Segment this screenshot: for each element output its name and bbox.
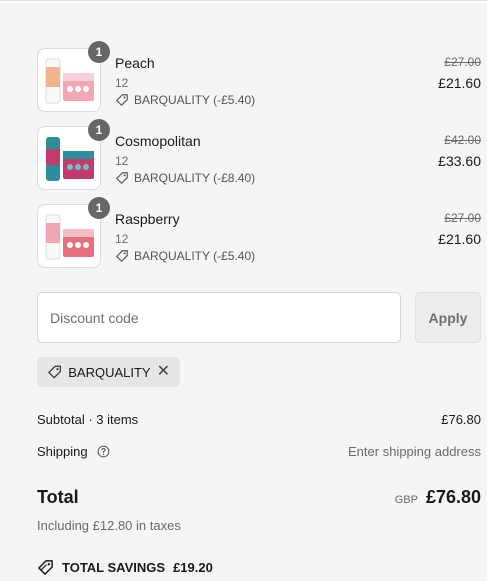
product-variant: 12 bbox=[115, 76, 129, 90]
discounted-price: £21.60 bbox=[438, 231, 481, 247]
item-discount-label: BARQUALITY (-£8.40) bbox=[134, 171, 256, 185]
question-circle-icon[interactable] bbox=[97, 445, 110, 458]
item-discount-label: BARQUALITY (-£5.40) bbox=[134, 249, 256, 263]
original-price: £27.00 bbox=[444, 211, 481, 225]
order-line-items: 1 Peach 12 BARQUALITY (-£5.40) £27.00 £2… bbox=[37, 41, 481, 282]
tag-icon bbox=[38, 560, 53, 575]
product-variant: 12 bbox=[115, 154, 129, 168]
line-item: 1 Peach 12 BARQUALITY (-£5.40) £27.00 £2… bbox=[37, 41, 481, 126]
product-thumbnail: 1 bbox=[37, 41, 110, 112]
item-discount: BARQUALITY (-£5.40) bbox=[115, 249, 255, 263]
currency-code: GBP bbox=[394, 494, 418, 506]
quantity-badge: 1 bbox=[88, 41, 110, 63]
original-price: £42.00 bbox=[444, 133, 481, 147]
line-item: 1 Cosmopolitan 12 BARQUALITY (-£8.40) £4… bbox=[37, 119, 481, 204]
apply-button[interactable]: Apply bbox=[415, 292, 481, 343]
taxes-note: Including £12.80 in taxes bbox=[37, 518, 181, 533]
tag-icon bbox=[116, 172, 128, 184]
discount-form: Apply bbox=[37, 292, 481, 343]
item-discount: BARQUALITY (-£8.40) bbox=[115, 171, 255, 185]
savings-label: TOTAL SAVINGS bbox=[62, 560, 166, 575]
discounted-price: £21.60 bbox=[438, 75, 481, 91]
total-amount: £76.80 bbox=[425, 487, 481, 507]
quantity-badge: 1 bbox=[88, 197, 110, 219]
product-thumbnail: 1 bbox=[37, 197, 110, 268]
close-icon[interactable]: ✕ bbox=[157, 364, 170, 380]
product-name: Peach bbox=[115, 55, 155, 71]
tag-icon bbox=[116, 94, 128, 106]
total-savings: TOTAL SAVINGS £19.20 bbox=[37, 559, 213, 576]
shipping-row: Shipping Enter shipping address bbox=[37, 444, 481, 459]
header-divider bbox=[0, 0, 487, 3]
item-discount: BARQUALITY (-£5.40) bbox=[115, 93, 255, 107]
discounted-price: £33.60 bbox=[438, 153, 481, 169]
tag-icon bbox=[48, 365, 61, 379]
tag-icon bbox=[116, 250, 128, 262]
applied-discount-tag: BARQUALITY ✕ bbox=[37, 357, 180, 387]
shipping-value: Enter shipping address bbox=[348, 444, 481, 459]
total-row: Total GBP £76.80 bbox=[37, 487, 481, 508]
original-price: £27.00 bbox=[444, 55, 481, 69]
line-item: 1 Raspberry 12 BARQUALITY (-£5.40) £27.0… bbox=[37, 197, 481, 282]
quantity-badge: 1 bbox=[88, 119, 110, 141]
product-name: Cosmopolitan bbox=[115, 133, 201, 149]
product-thumbnail: 1 bbox=[37, 119, 110, 190]
product-name: Raspberry bbox=[115, 211, 180, 227]
total-label: Total bbox=[37, 487, 79, 507]
product-variant: 12 bbox=[115, 232, 129, 246]
subtotal-row: Subtotal · 3 items £76.80 bbox=[37, 412, 481, 427]
discount-code-input[interactable] bbox=[37, 292, 401, 343]
item-discount-label: BARQUALITY (-£5.40) bbox=[134, 93, 256, 107]
subtotal-value: £76.80 bbox=[441, 412, 481, 427]
applied-discount-code: BARQUALITY bbox=[68, 364, 151, 380]
shipping-label: Shipping bbox=[37, 444, 88, 459]
savings-amount: £19.20 bbox=[173, 560, 213, 575]
subtotal-label: Subtotal · 3 items bbox=[37, 412, 139, 427]
